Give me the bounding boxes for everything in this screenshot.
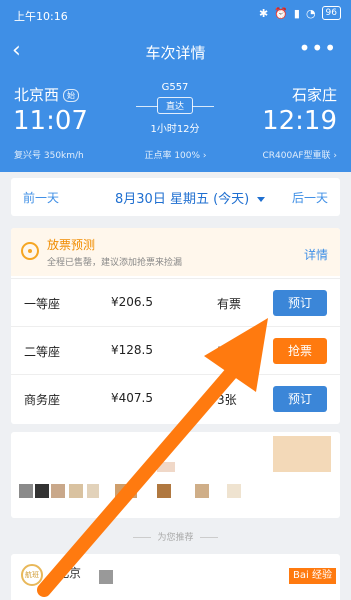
arrow-shaft — [37, 365, 239, 597]
arrow-head — [204, 318, 268, 392]
annotation-arrow — [37, 318, 268, 597]
